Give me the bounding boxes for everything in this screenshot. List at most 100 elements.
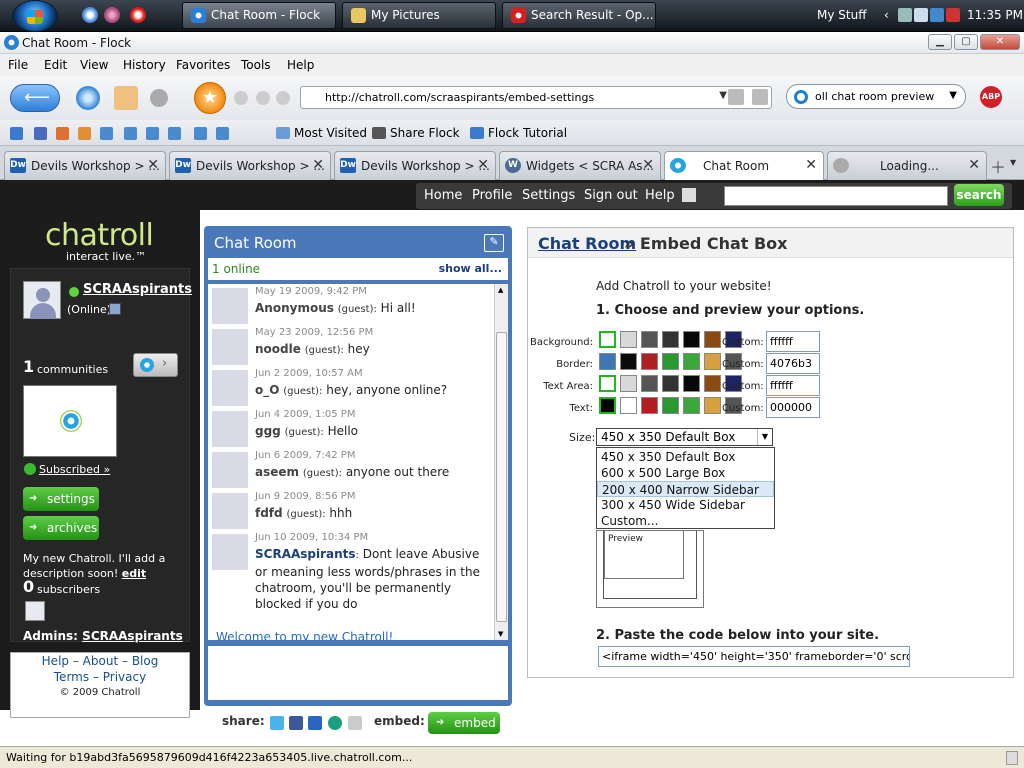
chevron-down-icon[interactable]: ▼	[1010, 158, 1016, 167]
avatar[interactable]	[23, 281, 61, 319]
address-bar[interactable]: http://chatroll.com/scraaspirants/embed-…	[300, 86, 772, 109]
maximize-button[interactable]: ▢	[954, 34, 978, 50]
color-swatch[interactable]	[683, 353, 700, 370]
size-select[interactable]: 450 x 350 Default Box ▼	[596, 428, 773, 446]
tab-chat-room[interactable]: o Chat Room ✕	[664, 151, 824, 180]
color-swatch[interactable]	[641, 331, 658, 348]
site-search-input[interactable]	[724, 186, 948, 206]
size-option[interactable]: Custom...	[597, 513, 774, 529]
show-all-link[interactable]: show all...	[439, 262, 502, 275]
scrollbar-thumb[interactable]	[496, 332, 507, 622]
message-author[interactable]: noodle	[255, 342, 301, 356]
close-button[interactable]: ✕	[980, 34, 1020, 50]
rss-icon[interactable]	[78, 127, 91, 140]
message-author[interactable]: Anonymous	[255, 301, 334, 315]
color-swatch[interactable]	[683, 331, 700, 348]
background-custom-input[interactable]: ffffff	[766, 331, 820, 352]
footer-terms-link[interactable]: Terms	[54, 670, 89, 684]
start-button[interactable]	[12, 0, 58, 32]
toolbar-icon[interactable]	[56, 127, 69, 140]
people-icon[interactable]	[150, 89, 168, 107]
close-tab-icon[interactable]: ✕	[805, 157, 817, 173]
color-swatch[interactable]	[599, 353, 616, 370]
next-community-button[interactable]: ›	[133, 353, 178, 377]
stumbleupon-icon[interactable]	[328, 716, 342, 730]
tray-app-icon[interactable]	[946, 8, 960, 22]
task-opera[interactable]: Search Result - Op...	[502, 2, 656, 29]
tab-devils-workshop-3[interactable]: Dw Devils Workshop > ... ✕	[334, 151, 496, 180]
toolbar-icon[interactable]	[146, 127, 159, 140]
tray-app-icon[interactable]	[930, 8, 944, 22]
size-option[interactable]: 300 x 450 Wide Sidebar	[597, 497, 774, 513]
color-swatch[interactable]	[683, 397, 700, 414]
facebook-icon[interactable]	[289, 716, 303, 730]
menu-tools[interactable]: Tools	[241, 58, 271, 72]
chevron-down-icon[interactable]: ▼	[757, 429, 772, 445]
color-swatch[interactable]	[683, 375, 700, 392]
menu-favorites[interactable]: Favorites	[176, 58, 230, 72]
color-swatch[interactable]	[599, 331, 616, 348]
embed-button[interactable]: embed	[428, 712, 500, 734]
color-swatch[interactable]	[662, 397, 679, 414]
color-swatch[interactable]	[704, 353, 721, 370]
toolbar-icon[interactable]	[234, 91, 248, 105]
task-my-pictures[interactable]: My Pictures	[342, 2, 496, 29]
toolbar-icon[interactable]	[10, 127, 23, 140]
footer-blog-link[interactable]: Blog	[132, 654, 159, 668]
bookmark-most-visited[interactable]: Most Visited	[276, 126, 367, 140]
color-swatch[interactable]	[662, 331, 679, 348]
home-icon[interactable]	[114, 86, 138, 110]
message-author[interactable]: SCRAAspirants	[255, 547, 356, 561]
size-option[interactable]: 450 x 350 Default Box	[597, 449, 774, 465]
close-tab-icon[interactable]: ✕	[147, 157, 159, 173]
size-option[interactable]: 600 x 500 Large Box	[597, 465, 774, 481]
upload-icon[interactable]	[216, 127, 229, 140]
size-option[interactable]: 200 x 400 Narrow Sidebar	[597, 481, 774, 497]
footer-privacy-link[interactable]: Privacy	[103, 670, 146, 684]
twitter-icon[interactable]	[270, 716, 284, 730]
communities-label[interactable]: communities	[37, 363, 108, 376]
message-author[interactable]: o_O	[255, 383, 279, 397]
color-swatch[interactable]	[641, 375, 658, 392]
avatar[interactable]	[212, 370, 248, 406]
message-author[interactable]: ggg	[255, 424, 281, 438]
network-icon[interactable]	[898, 8, 912, 22]
nav-settings[interactable]: Settings	[522, 188, 575, 203]
message-author[interactable]: aseem	[255, 465, 299, 479]
color-swatch[interactable]	[620, 331, 637, 348]
menu-help[interactable]: Help	[287, 58, 314, 72]
adblock-icon[interactable]: ABP	[980, 86, 1002, 108]
color-swatch[interactable]	[662, 375, 679, 392]
volume-icon[interactable]	[914, 8, 928, 22]
avatar[interactable]	[212, 493, 248, 529]
minimize-button[interactable]: ▁	[928, 34, 952, 50]
new-tab-icon[interactable]: ＋	[990, 154, 1006, 178]
bookmark-share-flock[interactable]: Share Flock	[372, 126, 460, 140]
nav-help[interactable]: Help	[645, 188, 675, 203]
color-swatch[interactable]	[620, 353, 637, 370]
star-icon[interactable]: ★	[194, 82, 226, 114]
toolbar-label[interactable]: My Stuff	[817, 8, 866, 22]
toolbar-icon[interactable]	[100, 127, 113, 140]
avatar[interactable]	[212, 411, 248, 447]
nav-home[interactable]: Home	[424, 188, 462, 203]
subscriber-avatar[interactable]	[25, 601, 45, 621]
tab-loading[interactable]: * Loading... ✕	[827, 151, 987, 180]
color-swatch[interactable]	[704, 375, 721, 392]
color-swatch[interactable]	[662, 353, 679, 370]
profile-username[interactable]: SCRAAspirants	[83, 282, 192, 297]
text-custom-input[interactable]: 000000	[766, 397, 820, 418]
color-swatch[interactable]	[641, 397, 658, 414]
settings-button[interactable]: settings	[23, 487, 99, 511]
border-custom-input[interactable]: 4076b3	[766, 353, 820, 374]
footer-help-link[interactable]: Help	[42, 654, 69, 668]
archives-button[interactable]: archives	[23, 516, 99, 540]
scroll-down-icon[interactable]: ▼	[498, 630, 503, 638]
close-tab-icon[interactable]: ✕	[312, 157, 324, 173]
nav-profile[interactable]: Profile	[472, 188, 512, 203]
tab-widgets[interactable]: W Widgets < SCRA As... ✕	[499, 151, 661, 180]
feed-icon[interactable]	[728, 89, 744, 105]
back-button[interactable]	[10, 84, 60, 112]
edit-description-link[interactable]: edit	[122, 567, 146, 580]
avatar[interactable]	[212, 288, 248, 324]
